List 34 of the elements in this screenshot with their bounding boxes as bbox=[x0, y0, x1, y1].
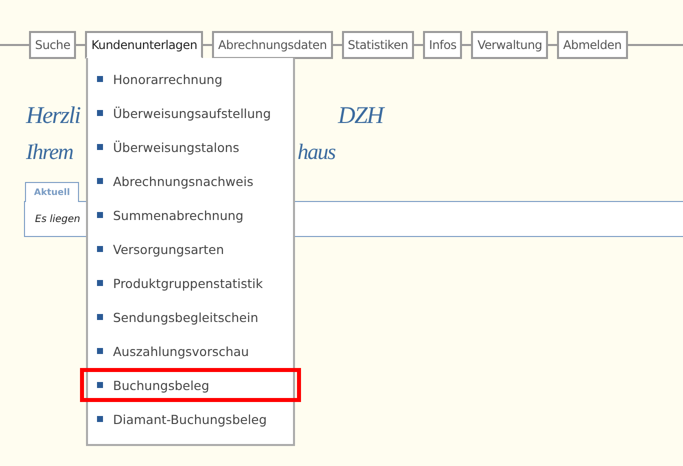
nav-tab[interactable]: Abmelden bbox=[557, 31, 628, 59]
bullet-icon bbox=[97, 178, 103, 184]
menu-item[interactable]: Auszahlungsvorschau bbox=[88, 334, 293, 368]
menu-item[interactable]: Sendungsbegleitschein bbox=[88, 300, 293, 334]
menu-item[interactable]: Diamant-Buchungsbeleg bbox=[88, 402, 293, 436]
bullet-icon bbox=[97, 382, 103, 388]
menu-item[interactable]: Überweisungsaufstellung bbox=[88, 96, 293, 130]
nav-tab[interactable]: Verwaltung bbox=[471, 31, 548, 59]
nav-tab[interactable]: Infos bbox=[423, 31, 462, 59]
menu-item[interactable]: Summenabrechnung bbox=[88, 198, 293, 232]
bullet-icon bbox=[97, 246, 103, 252]
menu-item[interactable]: Überweisungstalons bbox=[88, 130, 293, 164]
menu-item[interactable]: Honorarrechnung bbox=[88, 62, 293, 96]
bullet-icon bbox=[97, 416, 103, 422]
greeting-text: haus bbox=[297, 139, 335, 165]
menu-item[interactable]: Abrechnungsnachweis bbox=[88, 164, 293, 198]
panel-text: Es liegen bbox=[35, 214, 80, 224]
menu-item[interactable]: Produktgruppenstatistik bbox=[88, 266, 293, 300]
bullet-icon bbox=[97, 280, 103, 286]
bullet-icon bbox=[97, 314, 103, 320]
bullet-icon bbox=[97, 212, 103, 218]
bullet-icon bbox=[97, 348, 103, 354]
greeting-text: DZH bbox=[338, 102, 383, 130]
nav-tab[interactable]: Abrechnungsdaten bbox=[212, 31, 333, 59]
menu-item[interactable]: Versorgungsarten bbox=[88, 232, 293, 266]
nav-tab[interactable]: Statistiken bbox=[342, 31, 414, 59]
menu-item[interactable]: Buchungsbeleg bbox=[80, 368, 301, 402]
bullet-icon bbox=[97, 144, 103, 150]
nav-tab[interactable]: Suche bbox=[29, 31, 76, 59]
nav-tab[interactable]: Kundenunterlagen bbox=[85, 31, 204, 59]
bullet-icon bbox=[97, 110, 103, 116]
greeting-text: Herzli bbox=[26, 102, 80, 130]
greeting-text: Ihrem bbox=[26, 139, 73, 165]
bullet-icon bbox=[97, 76, 103, 82]
